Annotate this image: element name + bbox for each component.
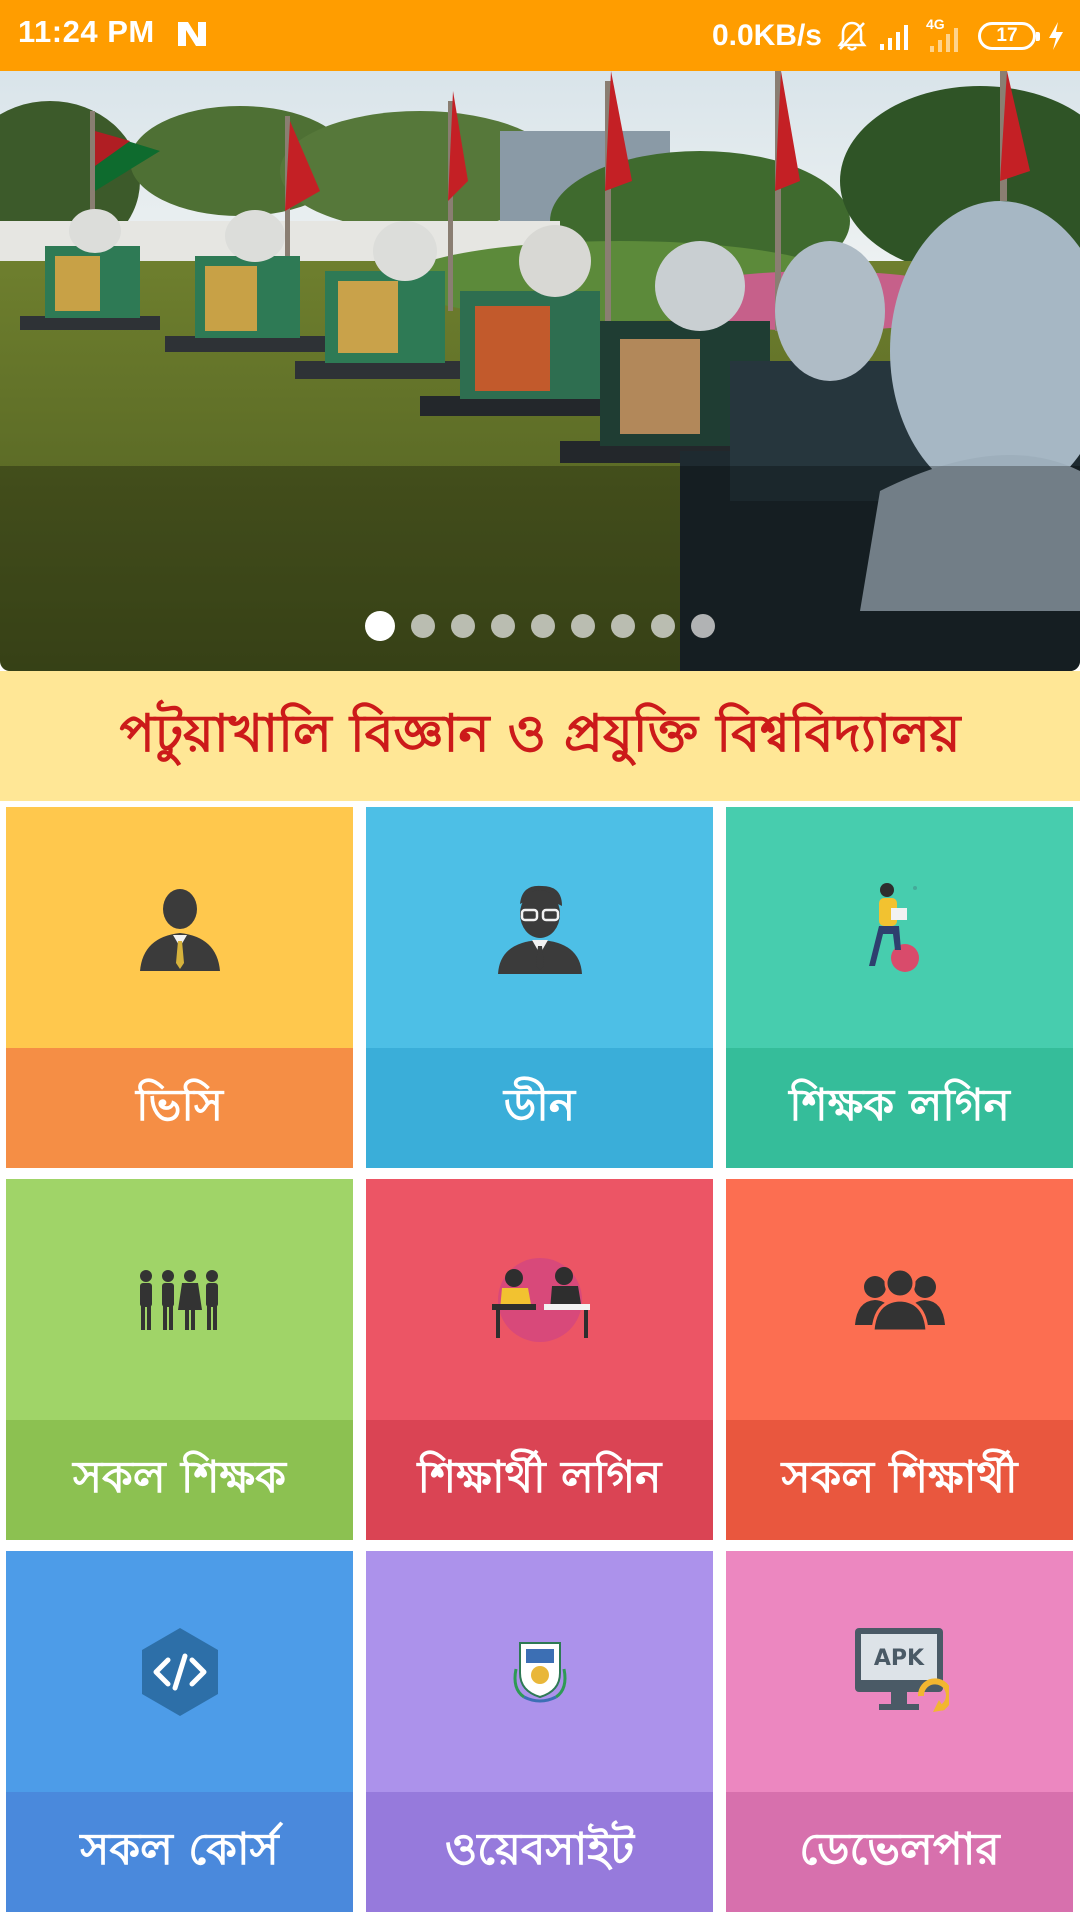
tile-teacher-login[interactable]: শিক্ষক লগিন: [726, 807, 1073, 1168]
university-title: পটুয়াখালি বিজ্ঞান ও প্রযুক্তি বিশ্ববিদ্…: [119, 702, 961, 764]
teacher-reading-icon: [868, 882, 919, 972]
status-time: 11:24 PM: [18, 14, 155, 49]
all-teachers-icon: [139, 1269, 218, 1330]
tile-developer[interactable]: APK ডেভেলপার: [726, 1551, 1073, 1912]
code-icon: [141, 1627, 218, 1716]
tile-all-teachers-label: সকল শিক্ষক: [72, 1451, 286, 1503]
banner-slider[interactable]: [0, 71, 1080, 671]
title-band: পটুয়াখালি বিজ্ঞান ও প্রযুক্তি বিশ্ববিদ্…: [0, 671, 1080, 801]
slider-dot[interactable]: [611, 614, 635, 638]
status-bar: 11:24 PM 0.0KB/s 4G 17: [0, 0, 1080, 71]
slider-dot[interactable]: [531, 614, 555, 638]
slider-dot[interactable]: [411, 614, 435, 638]
tile-vc[interactable]: ভিসি: [6, 807, 353, 1168]
tile-all-students[interactable]: সকল শিক্ষার্থী: [726, 1179, 1073, 1540]
svg-text:APK: APK: [873, 1646, 924, 1671]
apk-monitor-icon: APK: [854, 1627, 949, 1712]
dean-person-icon: [497, 885, 582, 974]
slider-indicator[interactable]: [0, 611, 1080, 641]
battery-level: 17: [996, 25, 1018, 46]
tile-all-courses-label: সকল কোর্স: [80, 1823, 279, 1875]
all-students-icon: [854, 1267, 945, 1332]
signal-4g-icon: 4G: [924, 16, 968, 54]
silent-bell-icon: [837, 21, 867, 51]
slider-dot[interactable]: [365, 611, 395, 641]
tile-student-login[interactable]: শিক্ষার্থী লগিন: [366, 1179, 713, 1540]
tile-dean[interactable]: ডীন: [366, 807, 713, 1168]
charging-bolt-icon: [1049, 22, 1063, 50]
tile-all-teachers[interactable]: সকল শিক্ষক: [6, 1179, 353, 1540]
network-speed: 0.0KB/s: [711, 19, 822, 52]
slider-dot[interactable]: [571, 614, 595, 638]
tile-dean-label: ডীন: [503, 1079, 576, 1131]
university-logo-icon: [513, 1641, 566, 1702]
signal-strength-icon: [880, 25, 908, 50]
tile-student-login-label: শিক্ষার্থী লগিন: [417, 1451, 662, 1503]
menu-grid: ভিসি ডীন শিক্ষক লগিন সকল শিক্ষক শিক্ষার্…: [0, 801, 1080, 1920]
tile-all-students-label: সকল শিক্ষার্থী: [781, 1451, 1018, 1503]
students-desk-icon: [491, 1257, 590, 1342]
tile-website-label: ওয়েবসাইট: [444, 1823, 635, 1875]
slider-dot[interactable]: [651, 614, 675, 638]
slider-dot[interactable]: [691, 614, 715, 638]
tile-vc-label: ভিসি: [135, 1079, 224, 1131]
tile-website[interactable]: ওয়েবসাইট: [366, 1551, 713, 1912]
banner-image: [0, 71, 1080, 671]
notification-n-icon: [178, 22, 206, 46]
battery-icon: 17: [978, 22, 1040, 50]
slider-dot[interactable]: [491, 614, 515, 638]
tile-teacher-login-label: শিক্ষক লগিন: [789, 1079, 1010, 1131]
vc-person-icon: [139, 888, 220, 971]
tile-all-courses[interactable]: সকল কোর্স: [6, 1551, 353, 1912]
tile-developer-label: ডেভেলপার: [799, 1823, 1000, 1875]
slider-dot[interactable]: [451, 614, 475, 638]
